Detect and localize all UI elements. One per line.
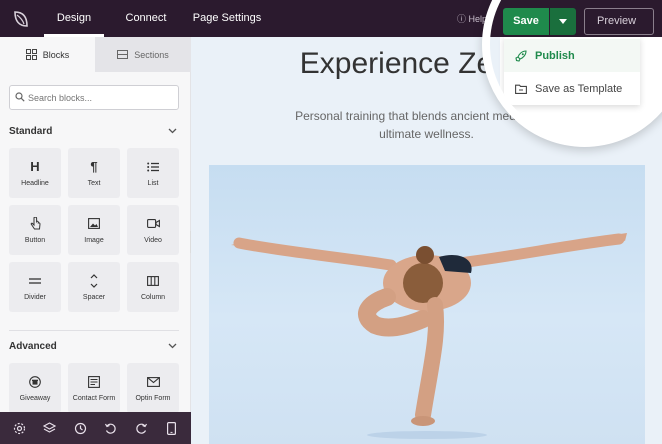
menu-item-save-as-template[interactable]: Save as Template — [504, 72, 640, 105]
yoga-pose-image — [231, 233, 627, 439]
sections-icon — [117, 50, 129, 59]
block-column[interactable]: Column — [127, 262, 179, 312]
rocket-icon — [515, 49, 527, 62]
save-dropdown-menu: Publish Save as Template — [504, 37, 640, 105]
help-icon: ⓘ — [457, 14, 467, 24]
preview-button-zoomed[interactable]: Preview — [584, 8, 654, 35]
layers-icon[interactable] — [43, 421, 57, 435]
hero-image[interactable] — [209, 165, 645, 444]
tab-page-settings[interactable]: Page Settings — [188, 0, 266, 37]
tab-connect[interactable]: Connect — [116, 0, 176, 37]
block-label: List — [147, 179, 159, 187]
tab-blocks-label: Blocks — [42, 49, 70, 60]
block-optin-form[interactable]: Optin Form — [127, 363, 179, 413]
block-label: Button — [24, 236, 46, 244]
template-icon — [515, 84, 527, 94]
block-image[interactable]: Image — [68, 205, 120, 255]
image-icon — [88, 217, 100, 231]
zoomed-view: Save Preview Publish Save as Template — [490, 0, 662, 139]
seedprod-logo-icon[interactable] — [8, 6, 34, 32]
block-divider[interactable]: Divider — [9, 262, 61, 312]
envelope-icon — [146, 375, 160, 389]
video-icon — [146, 217, 160, 231]
block-label: Giveaway — [19, 394, 51, 402]
block-contact-form[interactable]: Contact Form — [68, 363, 120, 413]
mobile-icon[interactable] — [165, 421, 179, 435]
giveaway-icon — [29, 375, 41, 389]
block-label: Video — [144, 236, 162, 244]
undo-icon[interactable] — [104, 421, 118, 435]
chevron-down-icon — [168, 128, 177, 134]
save-button-zoomed[interactable]: Save — [503, 8, 549, 35]
block-label: Image — [84, 236, 104, 244]
section-divider — [9, 330, 179, 331]
block-spacer[interactable]: Spacer — [68, 262, 120, 312]
tab-sections[interactable]: Sections — [95, 37, 191, 72]
save-options-button-zoomed[interactable] — [550, 8, 576, 35]
help-link[interactable]: ⓘ Help — [457, 12, 487, 25]
search-input[interactable] — [28, 86, 176, 109]
tab-design[interactable]: Design — [44, 0, 104, 37]
block-list[interactable]: List — [127, 148, 179, 198]
block-label: Spacer — [82, 293, 106, 301]
block-text[interactable]: ¶ Text — [68, 148, 120, 198]
block-button[interactable]: Button — [9, 205, 61, 255]
blocks-icon — [25, 49, 37, 60]
headline-icon: H — [30, 159, 40, 174]
pointer-icon — [30, 217, 41, 231]
block-label: Optin Form — [135, 394, 171, 402]
block-label: Headline — [21, 179, 49, 187]
contact-form-icon — [88, 375, 100, 389]
paragraph-icon: ¶ — [90, 159, 98, 174]
search-icon — [15, 92, 25, 102]
redo-icon[interactable] — [134, 421, 148, 435]
chevron-down-icon — [168, 343, 177, 349]
settings-icon[interactable] — [12, 421, 26, 435]
caret-down-icon — [559, 19, 567, 24]
block-label: Text — [87, 179, 101, 187]
block-headline[interactable]: H Headline — [9, 148, 61, 198]
block-giveaway[interactable]: Giveaway — [9, 363, 61, 413]
advanced-section-toggle[interactable]: Advanced — [9, 341, 179, 352]
tab-sections-label: Sections — [134, 49, 169, 60]
block-video[interactable]: Video — [127, 205, 179, 255]
column-icon — [147, 274, 159, 288]
standard-section-toggle[interactable]: Standard — [9, 126, 179, 137]
block-label: Column — [140, 293, 166, 301]
menu-item-publish[interactable]: Publish — [504, 39, 640, 72]
menu-publish-label: Publish — [535, 49, 575, 62]
menu-template-label: Save as Template — [535, 82, 623, 95]
advanced-heading: Advanced — [9, 341, 57, 352]
sidebar: Blocks Sections Standard H Headline ¶ Te… — [0, 37, 191, 413]
tab-blocks[interactable]: Blocks — [0, 37, 95, 72]
divider-icon — [29, 274, 41, 288]
block-label: Divider — [24, 293, 46, 301]
zoom-spotlight: Save Preview Publish Save as Template — [482, 0, 662, 147]
list-icon — [147, 160, 159, 174]
history-icon[interactable] — [73, 421, 87, 435]
spacer-icon — [90, 273, 98, 288]
search-box — [9, 85, 179, 110]
block-label: Contact Form — [72, 394, 116, 402]
standard-heading: Standard — [9, 126, 53, 137]
bottom-toolbar — [0, 412, 191, 444]
